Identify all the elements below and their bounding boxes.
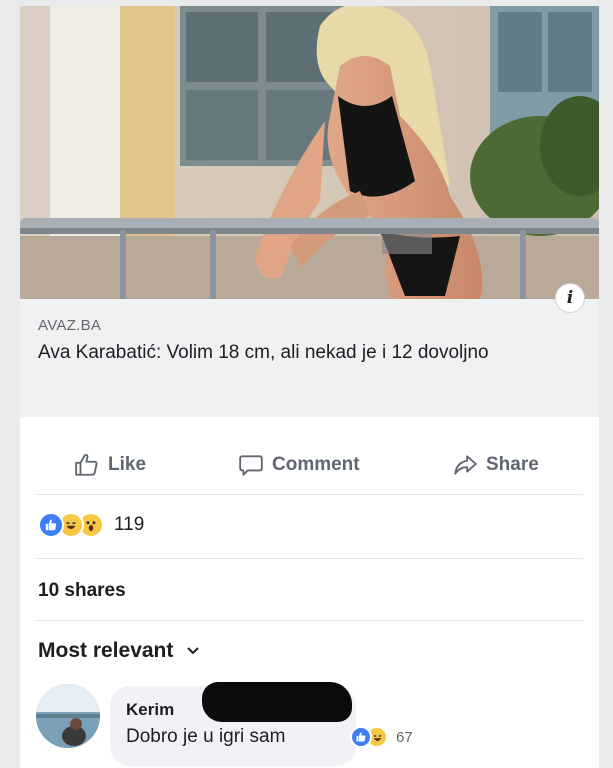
info-icon[interactable]: i [555,283,585,313]
post-photo[interactable] [20,6,599,299]
comment-bubble[interactable]: Kerim Dobro je u igri sam [110,682,356,766]
photo-illustration [20,6,599,299]
link-source: AVAZ.BA [38,317,102,334]
thumbs-up-icon [75,453,98,476]
comment-text: Dobro je u igri sam [126,726,286,747]
post-card: i AVAZ.BA Ava Karabatić: Volim 18 cm, al… [20,6,599,768]
like-reaction-icon [38,512,64,538]
reaction-count: 119 [114,514,145,535]
share-arrow-icon [454,455,477,475]
share-label: Share [486,454,539,475]
comment-label: Comment [272,454,360,475]
like-label: Like [108,454,147,475]
divider [36,558,583,559]
action-bar: Like Comment Share [20,436,599,492]
avatar[interactable] [36,684,100,748]
comment-sort-dropdown[interactable]: Most relevant [38,639,200,663]
comment-button[interactable]: Comment [238,452,360,478]
reaction-summary[interactable]: 119 [38,512,144,538]
shares-count[interactable]: 10 shares [38,580,126,602]
link-headline: Ava Karabatić: Volim 18 cm, ali nekad je… [38,342,489,363]
share-button[interactable]: Share [452,452,539,478]
link-preview[interactable]: AVAZ.BA Ava Karabatić: Volim 18 cm, ali … [20,299,599,417]
chevron-down-icon [187,647,200,655]
comment-reaction-count: 67 [396,728,413,746]
divider [36,494,583,495]
redaction-mark [202,682,352,722]
sort-label: Most relevant [38,639,174,662]
comment-reactions[interactable]: 67 [350,726,413,748]
divider [36,620,583,621]
speech-bubble-icon [239,455,263,476]
like-reaction-icon [350,726,372,748]
like-button[interactable]: Like [74,452,146,478]
